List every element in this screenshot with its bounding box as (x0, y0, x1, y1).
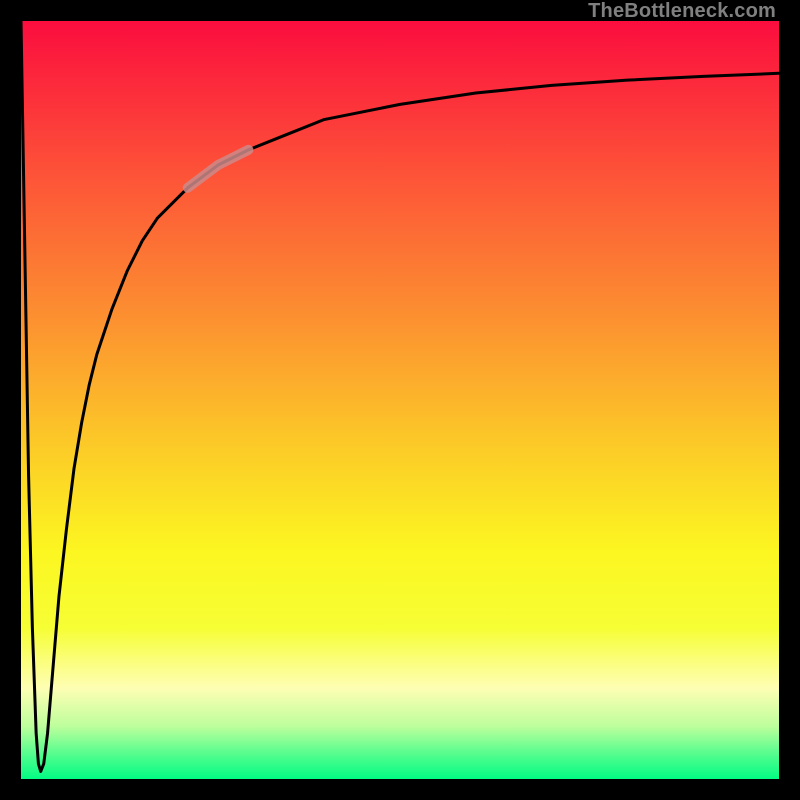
highlight-segment (188, 150, 249, 188)
chart-container: TheBottleneck.com (0, 0, 800, 800)
curve-layer (21, 21, 779, 779)
watermark-label: TheBottleneck.com (588, 0, 776, 23)
plot-area (21, 21, 779, 779)
bottleneck-curve (21, 21, 779, 771)
